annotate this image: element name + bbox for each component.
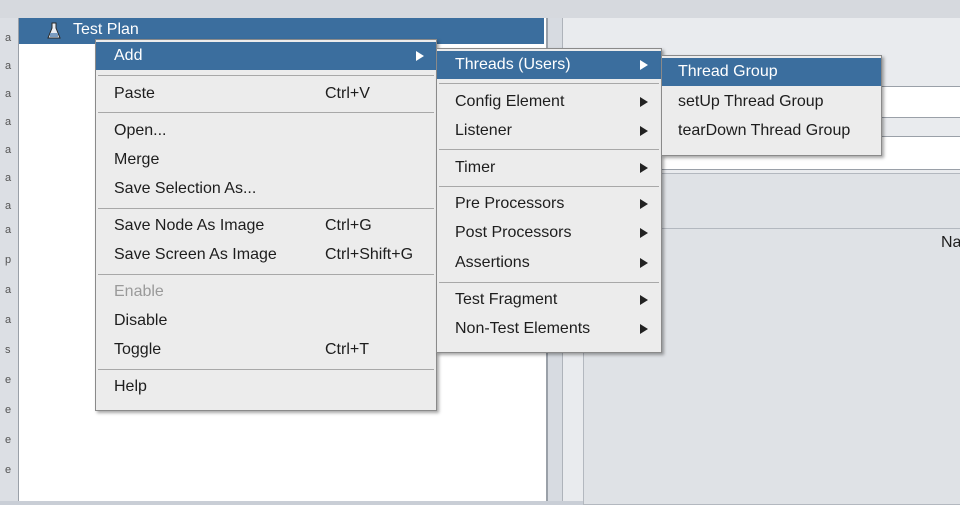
gutter-char: a — [5, 60, 12, 72]
context-menu: Add Paste Ctrl+V Open... Merge Save Sele… — [95, 39, 437, 411]
gutter-char: a — [5, 224, 12, 236]
gutter-char: s — [5, 344, 11, 356]
menu-separator — [98, 274, 434, 275]
menu-item-help[interactable]: Help — [96, 373, 436, 401]
gutter-char: a — [5, 200, 12, 212]
menu-separator — [98, 75, 434, 76]
menu-item-label: Test Fragment — [455, 291, 558, 308]
menu-item-enable: Enable — [96, 278, 436, 306]
menu-item-label: Thread Group — [678, 63, 778, 80]
menu-item-disable[interactable]: Disable — [96, 307, 436, 335]
left-gutter: a a a a a a a a p a a s e e e e — [0, 18, 19, 501]
menu-item-label: Listener — [455, 122, 512, 139]
menu-shortcut: Ctrl+V — [325, 85, 370, 102]
menu-item-label: Enable — [114, 283, 164, 300]
submenu-arrow-icon — [640, 258, 648, 268]
menu-item-save-node-as-image[interactable]: Save Node As Image Ctrl+G — [96, 212, 436, 240]
submenu-item-teardown-thread-group[interactable]: tearDown Thread Group — [662, 117, 881, 145]
flask-icon — [47, 22, 61, 39]
menu-item-merge[interactable]: Merge — [96, 146, 436, 174]
submenu-arrow-icon — [640, 60, 648, 70]
gutter-char: e — [5, 374, 12, 386]
submenu-item-post-processors[interactable]: Post Processors — [437, 219, 661, 247]
menu-separator — [439, 149, 659, 150]
menu-item-label: Non-Test Elements — [455, 320, 591, 337]
table-header-name: Na — [941, 234, 960, 251]
menu-shortcut: Ctrl+T — [325, 341, 369, 358]
menu-separator — [439, 186, 659, 187]
menu-item-save-screen-as-image[interactable]: Save Screen As Image Ctrl+Shift+G — [96, 241, 436, 269]
threads-submenu: Thread Group setUp Thread Group tearDown… — [661, 55, 882, 156]
submenu-arrow-icon — [640, 97, 648, 107]
submenu-item-assertions[interactable]: Assertions — [437, 249, 661, 277]
submenu-arrow-icon — [640, 295, 648, 305]
menu-item-label: Assertions — [455, 254, 530, 271]
menu-item-label: Save Selection As... — [114, 180, 257, 197]
menu-separator — [98, 112, 434, 113]
gutter-char: e — [5, 464, 12, 476]
menu-item-add[interactable]: Add — [96, 42, 436, 70]
gutter-char: a — [5, 284, 12, 296]
menu-item-label: Timer — [455, 159, 496, 176]
menu-item-label: Open... — [114, 122, 167, 139]
menu-item-open[interactable]: Open... — [96, 117, 436, 145]
menu-item-label: Help — [114, 378, 147, 395]
submenu-item-non-test-elements[interactable]: Non-Test Elements — [437, 315, 661, 343]
gutter-char: a — [5, 32, 12, 44]
gutter-char: e — [5, 404, 12, 416]
top-toolbar-strip — [0, 0, 960, 19]
gutter-char: e — [5, 434, 12, 446]
submenu-item-thread-group[interactable]: Thread Group — [662, 58, 881, 86]
menu-separator — [98, 369, 434, 370]
menu-item-label: Merge — [114, 151, 160, 168]
submenu-arrow-icon — [640, 163, 648, 173]
menu-separator — [98, 208, 434, 209]
menu-item-label: Add — [114, 47, 143, 64]
gutter-char: a — [5, 172, 12, 184]
menu-item-label: Post Processors — [455, 224, 572, 241]
menu-item-toggle[interactable]: Toggle Ctrl+T — [96, 336, 436, 364]
menu-shortcut: Ctrl+G — [325, 217, 372, 234]
submenu-item-setup-thread-group[interactable]: setUp Thread Group — [662, 88, 881, 116]
gutter-char: a — [5, 116, 12, 128]
gutter-char: a — [5, 314, 12, 326]
gutter-char: p — [5, 254, 12, 266]
submenu-arrow-icon — [640, 324, 648, 334]
menu-item-paste[interactable]: Paste Ctrl+V — [96, 80, 436, 108]
submenu-item-timer[interactable]: Timer — [437, 154, 661, 182]
submenu-arrow-icon — [640, 228, 648, 238]
submenu-item-threads-users[interactable]: Threads (Users) — [437, 51, 661, 79]
menu-separator — [439, 83, 659, 84]
submenu-item-listener[interactable]: Listener — [437, 117, 661, 145]
menu-item-label: Save Screen As Image — [114, 246, 277, 263]
tree-node-label: Test Plan — [73, 21, 139, 38]
submenu-item-pre-processors[interactable]: Pre Processors — [437, 190, 661, 218]
menu-item-label: Threads (Users) — [455, 56, 571, 73]
menu-item-label: Save Node As Image — [114, 217, 265, 234]
gutter-char: a — [5, 144, 12, 156]
menu-item-label: tearDown Thread Group — [678, 122, 851, 139]
menu-item-label: setUp Thread Group — [678, 93, 824, 110]
submenu-arrow-icon — [640, 199, 648, 209]
submenu-arrow-icon — [640, 126, 648, 136]
menu-shortcut: Ctrl+Shift+G — [325, 246, 414, 263]
menu-separator — [439, 282, 659, 283]
submenu-arrow-icon — [416, 51, 424, 61]
submenu-item-config-element[interactable]: Config Element — [437, 88, 661, 116]
menu-item-label: Pre Processors — [455, 195, 565, 212]
menu-item-label: Paste — [114, 85, 155, 102]
menu-item-label: Disable — [114, 312, 168, 329]
menu-item-label: Toggle — [114, 341, 162, 358]
add-submenu: Threads (Users) Config Element Listener … — [436, 48, 662, 353]
menu-item-save-selection-as[interactable]: Save Selection As... — [96, 175, 436, 203]
menu-item-label: Config Element — [455, 93, 565, 110]
submenu-item-test-fragment[interactable]: Test Fragment — [437, 286, 661, 314]
gutter-char: a — [5, 88, 12, 100]
